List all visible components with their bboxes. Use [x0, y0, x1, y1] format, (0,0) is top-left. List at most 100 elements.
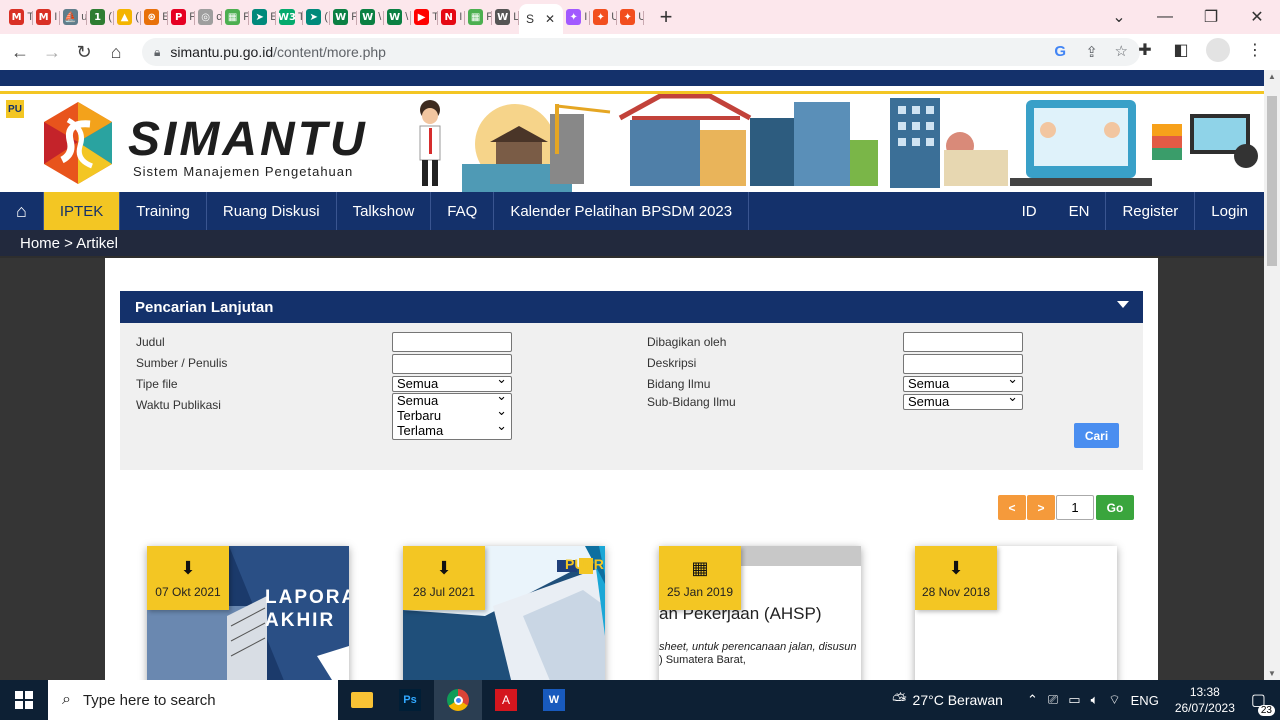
browser-tab[interactable]: MT [6, 4, 33, 30]
close-icon[interactable]: ✕ [545, 12, 555, 26]
clock[interactable]: 13:38 26/07/2023 [1175, 684, 1235, 716]
header-banner-illustration [400, 94, 1264, 192]
browser-tab[interactable]: ⛵ u [60, 4, 87, 30]
figma-icon: ✦ [566, 9, 582, 25]
article-card[interactable]: ⬇︎ 28 Jul 2021 PUPR [403, 546, 605, 680]
close-window-icon[interactable]: ✕ [1234, 0, 1280, 34]
nav-talkshow[interactable]: Talkshow [337, 192, 432, 230]
browser-tab[interactable]: W \ [384, 4, 411, 30]
browser-tab[interactable]: ➤( [303, 4, 330, 30]
browser-tab[interactable]: 1( [87, 4, 114, 30]
waktu-publikasi-listbox[interactable]: Semua Terbaru Terlama [392, 390, 512, 440]
browser-tab[interactable]: WF [330, 4, 357, 30]
nav-iptek[interactable]: IPTEK [43, 192, 121, 230]
nav-home-icon[interactable]: ⌂ [0, 192, 44, 230]
windows-start-icon[interactable] [0, 680, 48, 720]
photoshop-icon[interactable]: Ps [386, 680, 434, 720]
logo-title[interactable]: SIMANTU [128, 112, 368, 167]
go-button[interactable]: Go [1096, 495, 1134, 520]
reload-icon[interactable]: ↻ [68, 36, 100, 68]
sub-bidang-ilmu-select[interactable]: Semua [903, 391, 1023, 410]
nav-faq[interactable]: FAQ [431, 192, 495, 230]
nav-lang-id[interactable]: ID [1006, 192, 1053, 230]
weather-text[interactable]: 27°C Berawan [913, 692, 1003, 708]
browser-tab[interactable]: ✦ U [617, 4, 644, 30]
nav-ruang-diskusi[interactable]: Ruang Diskusi [207, 192, 337, 230]
collapse-caret-icon[interactable] [1117, 301, 1129, 308]
browser-tab-active[interactable]: S ✕ [519, 4, 563, 34]
waktu-option-terbaru[interactable]: Terbaru [393, 405, 511, 424]
dibagikan-oleh-input[interactable] [903, 332, 1023, 352]
judul-input[interactable] [392, 332, 512, 352]
profile-avatar[interactable] [1206, 38, 1230, 62]
browser-tab[interactable]: NI [438, 4, 465, 30]
article-card[interactable]: ▦ 25 Jan 2019 an Pekerjaan (AHSP) sheet,… [659, 546, 861, 680]
cari-button[interactable]: Cari [1074, 423, 1119, 448]
chrome-icon[interactable] [434, 680, 482, 720]
taskbar-search-box[interactable]: ⌕ Type here to search [48, 680, 338, 720]
menu-kebab-icon[interactable]: ⋮ [1244, 40, 1266, 60]
browser-tab[interactable]: MI [33, 4, 60, 30]
tab-search-icon[interactable]: ⌄ [1096, 0, 1142, 34]
page-number-input[interactable]: 1 [1056, 495, 1094, 520]
forward-icon[interactable]: → [36, 36, 68, 68]
nav-register[interactable]: Register [1105, 192, 1194, 230]
browser-tab[interactable]: ▶ T [411, 4, 438, 30]
volume-icon[interactable]: 🔈︎ [1091, 692, 1099, 708]
browser-tab[interactable]: ✦ I [563, 4, 590, 30]
url-field[interactable]: 🔒︎ simantu.pu.go.id/content/more.php G ⇪… [142, 38, 1140, 66]
new-tab-icon[interactable]: + [654, 4, 678, 30]
tipe-file-select[interactable]: Semua [392, 373, 512, 392]
minimize-icon[interactable]: — [1142, 0, 1188, 34]
nav-lang-en[interactable]: EN [1053, 192, 1106, 230]
deskripsi-input[interactable] [903, 354, 1023, 374]
notification-icon[interactable]: ▢ 23 [1251, 690, 1275, 716]
pu-badge-icon[interactable]: PU [6, 100, 24, 118]
language-indicator[interactable]: ENG [1131, 693, 1159, 708]
battery-icon[interactable]: ▭ [1068, 692, 1080, 708]
browser-tab[interactable]: PF [168, 4, 195, 30]
nav-login[interactable]: Login [1194, 192, 1264, 230]
browser-tab[interactable]: W \ [357, 4, 384, 30]
browser-tab[interactable]: ▲( [114, 4, 141, 30]
browser-tab[interactable]: ⊛ E [141, 4, 168, 30]
sumber-penulis-input[interactable] [392, 354, 512, 374]
browser-tab[interactable]: ◎ c [195, 4, 222, 30]
restore-icon[interactable]: ❐ [1188, 0, 1234, 34]
browser-tab[interactable]: ➤ E [249, 4, 276, 30]
acrobat-icon[interactable]: A [482, 680, 530, 720]
meet-now-icon[interactable]: ⎚ [1048, 692, 1058, 708]
next-page-button[interactable]: > [1027, 495, 1055, 520]
article-card[interactable]: ⬇︎ 07 Okt 2021 LAPORAN AKHIR [147, 546, 349, 680]
scrollbar-thumb[interactable] [1267, 96, 1277, 266]
prev-page-button[interactable]: < [998, 495, 1026, 520]
google-icon[interactable]: G [1054, 43, 1066, 60]
weather-icon[interactable]: ⛅︎ [892, 690, 906, 711]
article-card[interactable]: ⬇︎ 28 Nov 2018 [915, 546, 1117, 680]
bookmark-star-icon[interactable]: ☆ [1115, 42, 1128, 60]
extensions-icon[interactable]: ✚ [1134, 40, 1156, 60]
browser-tab[interactable]: W3 T [276, 4, 303, 30]
waktu-option-semua[interactable]: Semua [393, 390, 511, 409]
nav-kalender-pelatihan[interactable]: Kalender Pelatihan BPSDM 2023 [494, 192, 750, 230]
bidang-ilmu-select[interactable]: Semua [903, 373, 1023, 392]
advanced-search-header[interactable]: Pencarian Lanjutan [120, 291, 1143, 323]
side-panel-icon[interactable]: ◧ [1170, 40, 1192, 60]
share-icon[interactable]: ⇪ [1085, 43, 1098, 61]
simantu-logo-icon[interactable] [40, 100, 116, 186]
lock-icon[interactable]: 🔒︎ [154, 45, 160, 60]
word-icon[interactable]: W [530, 680, 578, 720]
show-hidden-icons-icon[interactable]: ⌃ [1027, 692, 1038, 708]
label-bidang-ilmu: Bidang Ilmu [647, 377, 711, 391]
page-scrollbar[interactable]: ▲ ▼ [1264, 70, 1280, 680]
home-icon[interactable]: ⌂ [100, 36, 132, 68]
back-icon[interactable]: ← [4, 36, 36, 68]
nav-training[interactable]: Training [120, 192, 207, 230]
browser-tab[interactable]: ✦ U [590, 4, 617, 30]
browser-tab[interactable]: ▦ F [222, 4, 249, 30]
browser-tab[interactable]: ▦ F [465, 4, 492, 30]
file-explorer-icon[interactable] [338, 680, 386, 720]
wifi-icon[interactable]: ⌔ [1108, 692, 1120, 708]
waktu-option-terlama[interactable]: Terlama [393, 420, 511, 439]
browser-tab[interactable]: WL [492, 4, 519, 30]
